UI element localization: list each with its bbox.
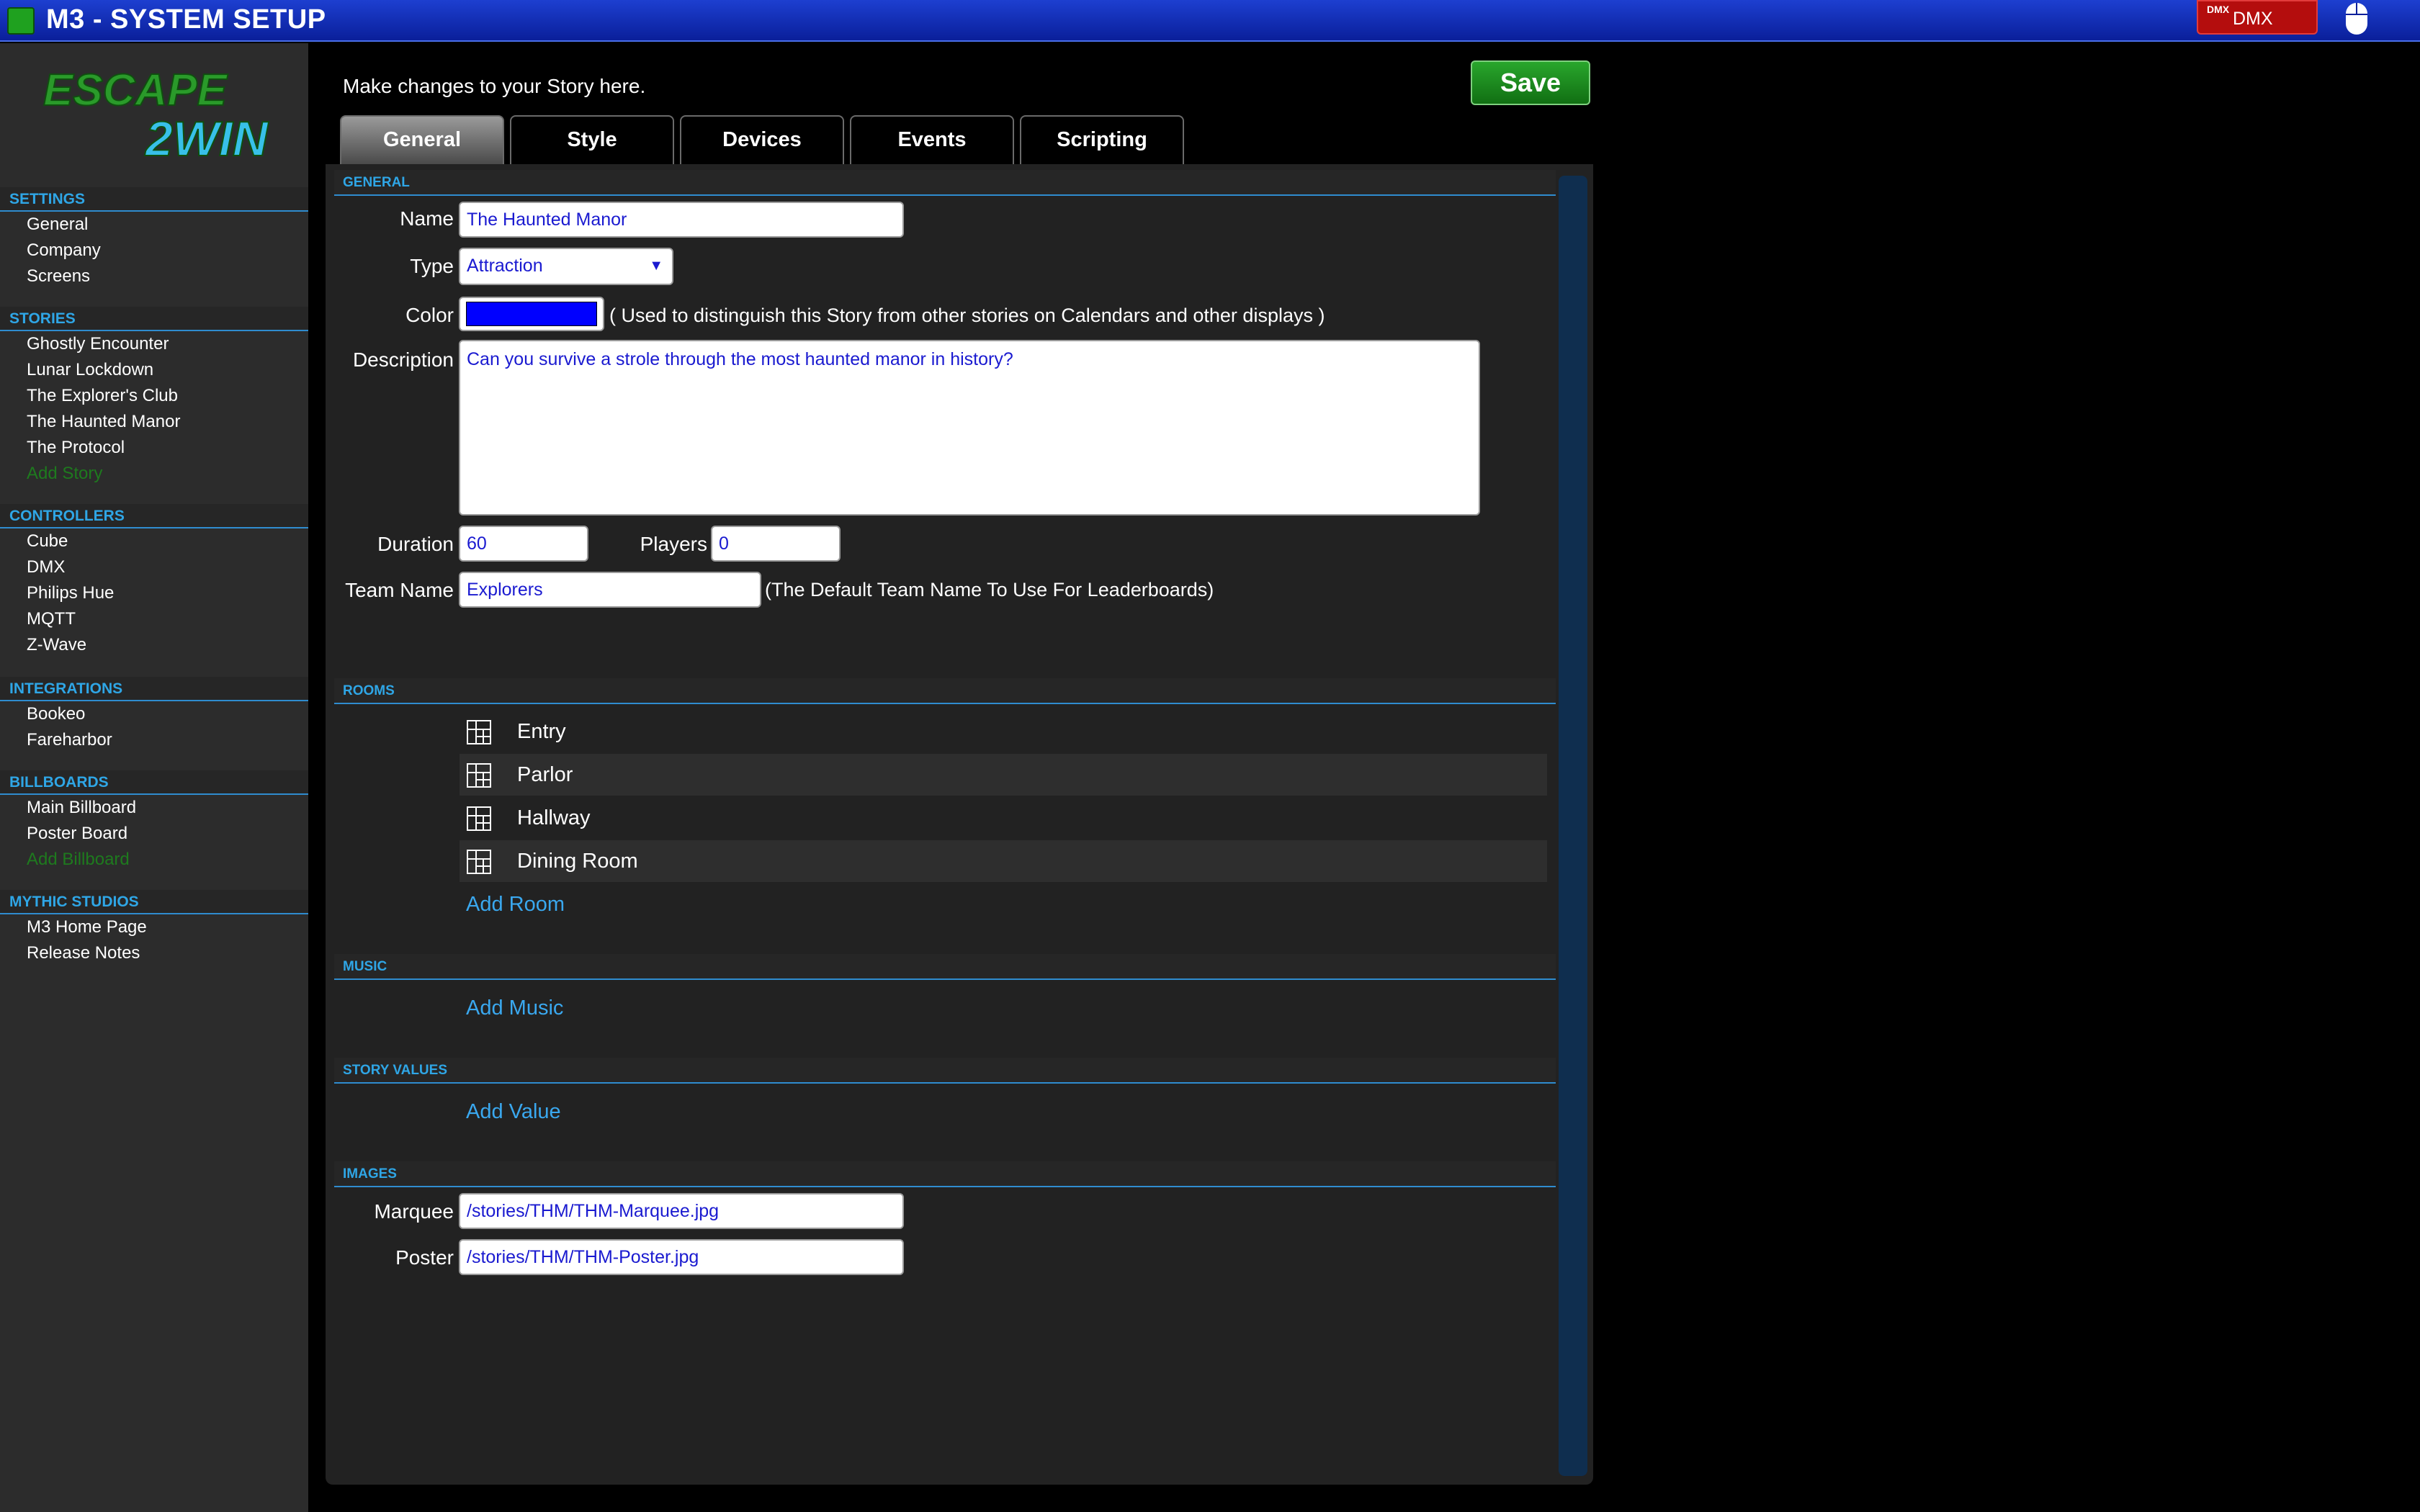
room-row[interactable]: Dining Room [460, 840, 1547, 882]
svg-text:2WIN: 2WIN [144, 112, 269, 164]
room-grid-icon [467, 763, 491, 788]
sidebar-item-fareharbor[interactable]: Fareharbor [0, 727, 308, 753]
section-header-images: IMAGES [334, 1161, 1556, 1187]
room-name: Dining Room [517, 850, 638, 873]
color-swatch-fill [466, 302, 597, 326]
add-room-link[interactable]: Add Room [466, 893, 565, 917]
sidebar-item-mqtt[interactable]: MQTT [0, 606, 308, 632]
players-label: Players [640, 533, 707, 555]
tab-style[interactable]: Style [510, 115, 674, 164]
nav-section-stories: STORIES Ghostly Encounter Lunar Lockdown Th… [0, 307, 308, 487]
nav-section-settings: SETTINGS General Company Screens [0, 187, 308, 289]
nav-section-controllers: CONTROLLERS Cube DMX Philips Hue MQTT Z-Wave [0, 504, 308, 658]
nav-section-header: BILLBOARDS [0, 770, 308, 795]
title-bar: M3 - SYSTEM SETUP DMX DMX [0, 0, 2420, 42]
tab-general[interactable]: General [340, 115, 504, 164]
intro-text: Make changes to your Story here. [343, 75, 646, 97]
dmx-status-button[interactable]: DMX DMX [2197, 0, 2318, 35]
status-led-icon [7, 7, 35, 35]
section-header-rooms: ROOMS [334, 678, 1556, 704]
poster-label: Poster [395, 1246, 454, 1269]
sidebar-item-dmx[interactable]: DMX [0, 554, 308, 580]
sidebar-item-bookeo[interactable]: Bookeo [0, 701, 308, 727]
players-field[interactable]: 0 [711, 526, 841, 562]
tab-events[interactable]: Events [850, 115, 1014, 164]
color-label: Color [405, 304, 454, 326]
sidebar-item-general[interactable]: General [0, 212, 308, 238]
color-picker[interactable] [459, 297, 604, 331]
nav-section-header: SETTINGS [0, 187, 308, 212]
nav-section-billboards: BILLBOARDS Main Billboard Poster Board Add … [0, 770, 308, 873]
sidebar-item-cube[interactable]: Cube [0, 528, 308, 554]
sidebar-item-the-explorer-s-club[interactable]: The Explorer's Club [0, 383, 308, 409]
sidebar-item-the-haunted-manor[interactable]: The Haunted Manor [0, 409, 308, 435]
room-row[interactable]: Parlor [460, 754, 1547, 796]
nav-section-integrations: INTEGRATIONS Bookeo Fareharbor [0, 677, 308, 753]
team-name-note: (The Default Team Name To Use For Leader… [765, 579, 1214, 600]
nav-section-header: CONTROLLERS [0, 504, 308, 528]
add-value-link[interactable]: Add Value [466, 1100, 561, 1124]
team-name-field[interactable]: Explorers [459, 572, 761, 608]
sidebar-item-poster-board[interactable]: Poster Board [0, 821, 308, 847]
nav-section-header: INTEGRATIONS [0, 677, 308, 701]
nav-section-header: STORIES [0, 307, 308, 331]
room-grid-icon [467, 850, 491, 874]
dmx-logo-icon: DMX [2207, 4, 2230, 15]
room-name: Entry [517, 720, 566, 743]
marquee-field[interactable]: /stories/THM/THM-Marquee.jpg [459, 1193, 904, 1229]
room-grid-icon [467, 720, 491, 744]
dmx-label: DMX [2233, 9, 2273, 29]
poster-field[interactable]: /stories/THM/THM-Poster.jpg [459, 1239, 904, 1275]
save-button[interactable]: Save [1471, 60, 1590, 105]
type-select-value: Attraction [467, 256, 543, 276]
sidebar-item-m3-home-page[interactable]: M3 Home Page [0, 914, 308, 940]
sidebar-item-z-wave[interactable]: Z-Wave [0, 632, 308, 658]
section-header-music: MUSIC [334, 954, 1556, 980]
marquee-label: Marquee [374, 1200, 454, 1223]
sidebar-item-release-notes[interactable]: Release Notes [0, 940, 308, 966]
description-label: Description [352, 348, 454, 371]
duration-label: Duration [377, 533, 454, 555]
duration-field[interactable]: 60 [459, 526, 588, 562]
sidebar-item-philips-hue[interactable]: Philips Hue [0, 580, 308, 606]
chevron-down-icon: ▼ [649, 258, 663, 274]
team-name-label: Team Name [345, 579, 454, 601]
color-note: ( Used to distinguish this Story from ot… [609, 305, 1325, 326]
sidebar-item-ghostly-encounter[interactable]: Ghostly Encounter [0, 331, 308, 357]
add-music-link[interactable]: Add Music [466, 996, 563, 1020]
escape-2-win-logo: ESCAPE 2WIN [42, 65, 270, 164]
nav-section-mythic-studios: MYTHIC STUDIOS M3 Home Page Release Notes [0, 890, 308, 966]
sidebar-add-stories[interactable]: Add Story [0, 461, 308, 487]
sidebar-item-main-billboard[interactable]: Main Billboard [0, 795, 308, 821]
section-header-general: GENERAL [334, 170, 1556, 196]
sidebar-add-billboards[interactable]: Add Billboard [0, 847, 308, 873]
nav-section-header: MYTHIC STUDIOS [0, 890, 308, 914]
app-title: M3 - SYSTEM SETUP [46, 4, 326, 35]
sidebar-item-lunar-lockdown[interactable]: Lunar Lockdown [0, 357, 308, 383]
sidebar-item-screens[interactable]: Screens [0, 264, 308, 289]
tab-scripting[interactable]: Scripting [1020, 115, 1184, 164]
type-select[interactable]: Attraction ▼ [459, 248, 673, 285]
tab-devices[interactable]: Devices [680, 115, 844, 164]
svg-text:ESCAPE: ESCAPE [43, 66, 228, 115]
sidebar-item-the-protocol[interactable]: The Protocol [0, 435, 308, 461]
room-name: Hallway [517, 806, 591, 829]
name-label: Name [400, 207, 454, 230]
room-row[interactable]: Hallway [460, 797, 1547, 839]
room-grid-icon [467, 806, 491, 831]
sidebar-item-company[interactable]: Company [0, 238, 308, 264]
description-textarea[interactable]: Can you survive a strole through the mos… [459, 340, 1480, 516]
panel-scrollbar[interactable] [1559, 176, 1587, 1476]
section-header-story-values: STORY VALUES [334, 1058, 1556, 1084]
type-label: Type [410, 255, 454, 277]
room-name: Parlor [517, 763, 573, 786]
room-row[interactable]: Entry [460, 711, 1547, 752]
mouse-icon[interactable] [2344, 1, 2370, 36]
sidebar: ESCAPE 2WIN SETTINGS General Company Screen… [0, 43, 308, 1512]
name-field[interactable]: The Haunted Manor [459, 202, 904, 238]
